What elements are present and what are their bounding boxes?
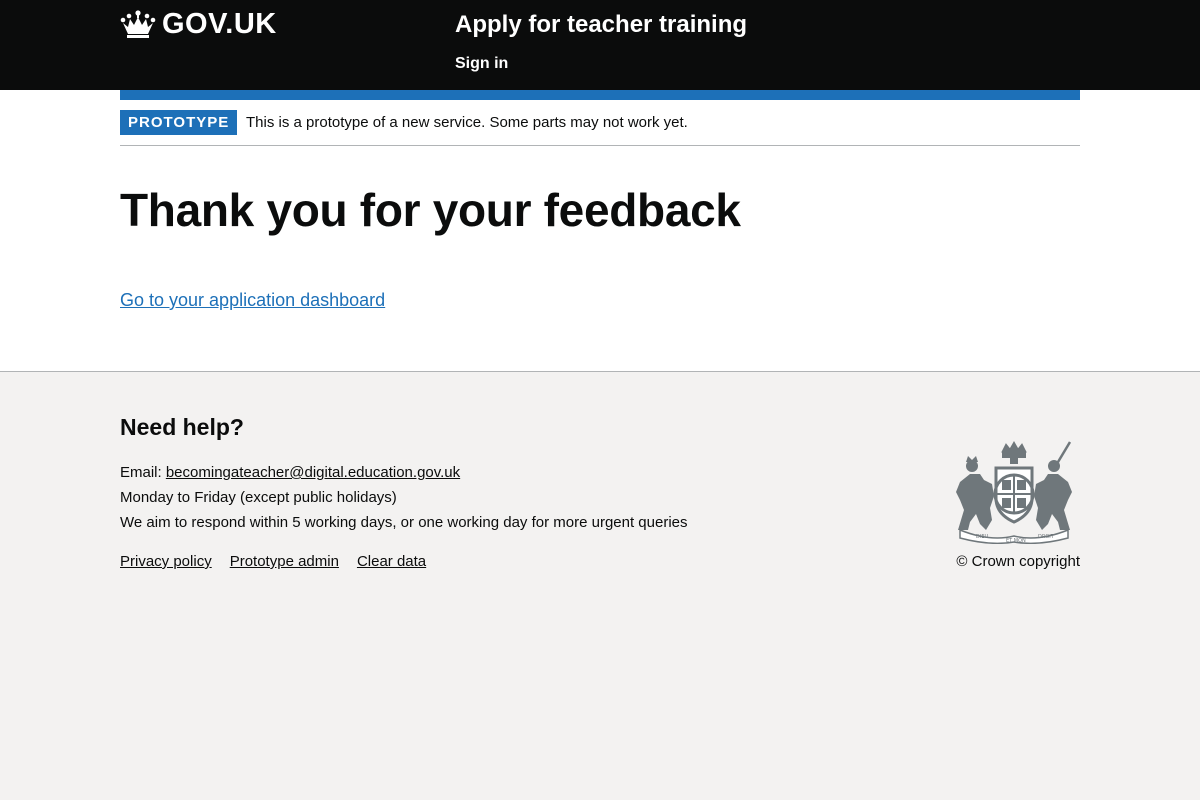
- crest-motto-right: DROIT: [1038, 534, 1055, 540]
- page-title: Thank you for your feedback: [120, 184, 741, 236]
- prototype-admin-link[interactable]: Prototype admin: [230, 551, 339, 573]
- crest-motto-left: DIEU: [976, 534, 988, 540]
- application-dashboard-link[interactable]: Go to your application dashboard: [120, 288, 385, 312]
- email-line: Email: becomingateacher@digital.educatio…: [120, 460, 688, 485]
- royal-coat-of-arms-icon: DIEU ET MON DROIT: [956, 440, 1072, 544]
- phase-banner-text: This is a prototype of a new service. So…: [246, 114, 688, 131]
- service-name-link[interactable]: Apply for teacher training: [455, 9, 747, 41]
- support-email-link[interactable]: becomingateacher@digital.education.gov.u…: [166, 464, 460, 481]
- privacy-policy-link[interactable]: Privacy policy: [120, 551, 212, 573]
- opening-hours: Monday to Friday (except public holidays…: [120, 489, 397, 506]
- clear-data-link[interactable]: Clear data: [357, 551, 426, 573]
- phase-tag: PROTOTYPE: [120, 110, 238, 135]
- email-label: Email:: [120, 464, 166, 481]
- main-content: PROTOTYPE This is a prototype of a new s…: [0, 90, 1200, 372]
- help-details: Email: becomingateacher@digital.educatio…: [120, 460, 688, 535]
- crest-motto-center: ET MON: [1006, 538, 1026, 544]
- logo-text: GOV.UK: [162, 8, 277, 40]
- govuk-logo-link[interactable]: GOV.UK: [120, 8, 277, 40]
- footer-links: Privacy policy Prototype admin Clear dat…: [120, 551, 444, 573]
- phase-banner: PROTOTYPE This is a prototype of a new s…: [120, 100, 1080, 146]
- response-time: We aim to respond within 5 working days,…: [120, 514, 688, 531]
- sign-in-link[interactable]: Sign in: [455, 53, 508, 75]
- site-header: GOV.UK Apply for teacher training Sign i…: [0, 0, 1200, 90]
- crown-icon: [120, 10, 156, 38]
- crown-copyright-link[interactable]: © Crown copyright: [956, 551, 1080, 573]
- footer-heading: Need help?: [120, 414, 244, 440]
- header-accent-bar: [120, 90, 1080, 100]
- footer-divider: [0, 371, 1200, 372]
